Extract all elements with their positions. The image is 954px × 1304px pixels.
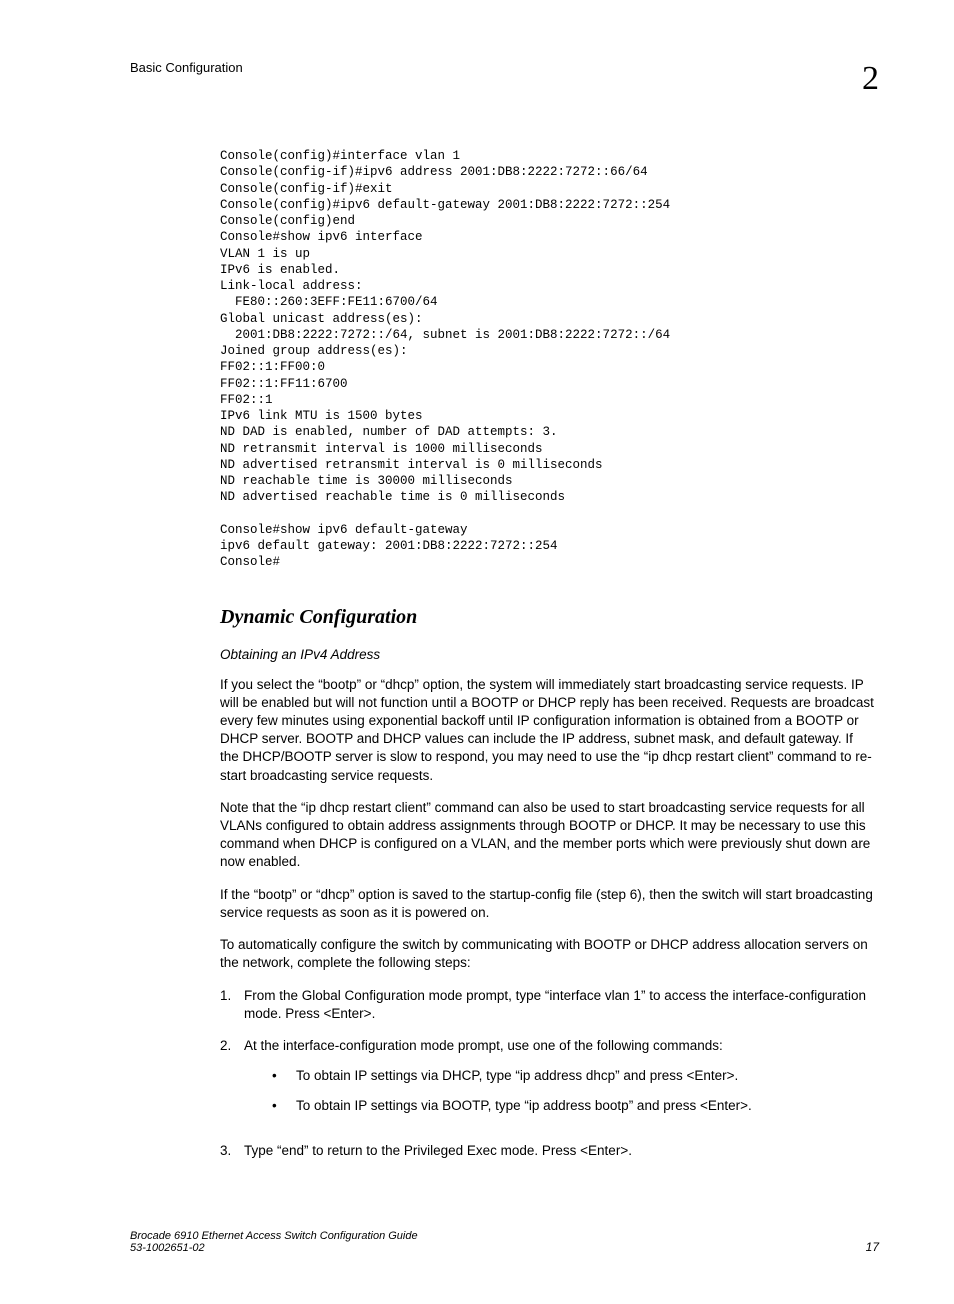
step-item: 3. Type “end” to return to the Privilege… xyxy=(220,1142,879,1160)
doc-number: 53-1002651-02 xyxy=(130,1242,418,1254)
bullet-text: To obtain IP settings via DHCP, type “ip… xyxy=(296,1067,738,1085)
section-heading: Dynamic Configuration xyxy=(220,606,879,629)
step-number: 1. xyxy=(220,987,244,1023)
paragraph: Note that the “ip dhcp restart client” c… xyxy=(220,799,874,872)
step-item: 1. From the Global Configuration mode pr… xyxy=(220,987,879,1023)
document-page: Basic Configuration 2 Console(config)#in… xyxy=(0,0,954,1304)
doc-title: Brocade 6910 Ethernet Access Switch Conf… xyxy=(130,1230,418,1242)
bullet-item: • To obtain IP settings via DHCP, type “… xyxy=(272,1067,879,1085)
page-number: 17 xyxy=(866,1240,879,1254)
paragraph: If you select the “bootp” or “dhcp” opti… xyxy=(220,676,874,785)
page-header: Basic Configuration 2 xyxy=(75,60,879,98)
ordered-steps: 1. From the Global Configuration mode pr… xyxy=(220,987,879,1160)
step-text-content: At the interface-configuration mode prom… xyxy=(244,1038,723,1053)
step-number: 2. xyxy=(220,1037,244,1128)
bullet-icon: • xyxy=(272,1097,296,1115)
subsection-heading: Obtaining an IPv4 Address xyxy=(220,647,879,662)
console-output: Console(config)#interface vlan 1 Console… xyxy=(220,148,879,571)
bullet-list: • To obtain IP settings via DHCP, type “… xyxy=(244,1067,879,1115)
paragraph: To automatically configure the switch by… xyxy=(220,936,874,972)
step-text: At the interface-configuration mode prom… xyxy=(244,1037,879,1128)
bullet-text: To obtain IP settings via BOOTP, type “i… xyxy=(296,1097,752,1115)
step-item: 2. At the interface-configuration mode p… xyxy=(220,1037,879,1128)
bullet-icon: • xyxy=(272,1067,296,1085)
page-footer: Brocade 6910 Ethernet Access Switch Conf… xyxy=(75,1230,879,1254)
bullet-item: • To obtain IP settings via BOOTP, type … xyxy=(272,1097,879,1115)
step-number: 3. xyxy=(220,1142,244,1160)
header-title: Basic Configuration xyxy=(130,60,243,75)
paragraph: If the “bootp” or “dhcp” option is saved… xyxy=(220,886,874,922)
chapter-number: 2 xyxy=(862,60,879,98)
step-text: From the Global Configuration mode promp… xyxy=(244,987,879,1023)
footer-left: Brocade 6910 Ethernet Access Switch Conf… xyxy=(130,1230,418,1254)
step-text: Type “end” to return to the Privileged E… xyxy=(244,1142,879,1160)
